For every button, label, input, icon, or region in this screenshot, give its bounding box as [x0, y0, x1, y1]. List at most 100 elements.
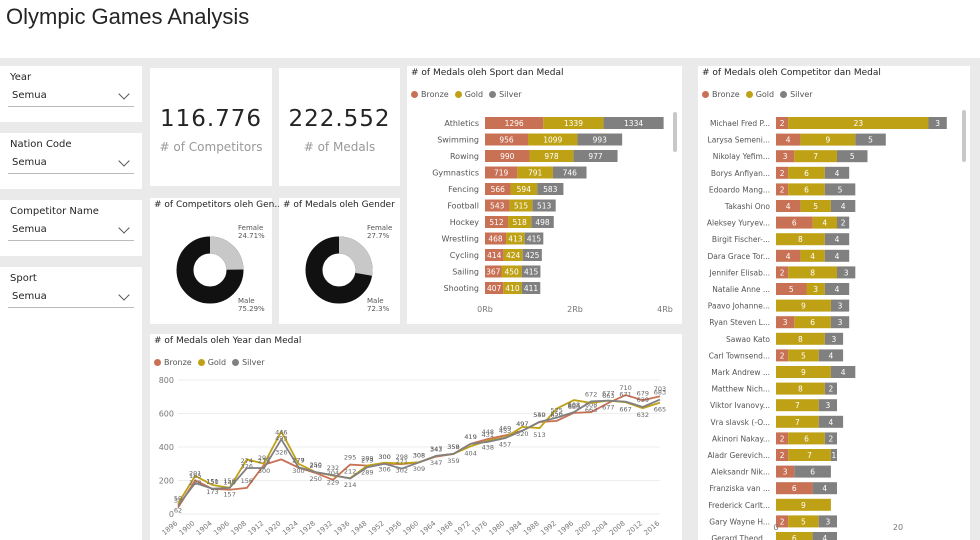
bar-value-label: 977 — [588, 152, 603, 161]
medals-by-year-chart[interactable]: # of Medals oleh Year dan Medal Bronze G… — [150, 334, 682, 540]
bar-value-label: 424 — [506, 251, 521, 260]
category-label: Akinori Nakay... — [712, 434, 770, 443]
bar-value-label: 719 — [494, 169, 509, 178]
slicer-competitor-name[interactable]: Competitor Name Semua — [0, 200, 142, 256]
bar-value-label: 5 — [801, 351, 806, 360]
data-label: 446 — [275, 428, 287, 436]
bar-value-label: 2 — [780, 185, 785, 194]
medals-by-competitor-chart[interactable]: # of Medals oleh Competitor dan Medal Br… — [698, 66, 970, 540]
bar-value-label: 5 — [838, 185, 843, 194]
bar-value-label: 9 — [801, 501, 806, 510]
y-tick-label: 600 — [159, 410, 174, 419]
bar-value-label: 468 — [488, 235, 503, 244]
competitor-bar-svg: Michael Fred P... 2 23 3Larysa Semeni... 4 9 5… — [707, 110, 966, 540]
medals-by-sport-chart[interactable]: # of Medals oleh Sport dan Medal Bronze … — [407, 66, 682, 324]
data-label: 347 — [430, 445, 442, 453]
nation-code-dropdown[interactable]: Semua — [8, 153, 134, 174]
data-label: 431 — [482, 431, 494, 439]
category-label: Fencing — [448, 185, 479, 194]
bar-value-label: 498 — [535, 218, 550, 227]
bar-value-label: 2 — [780, 268, 785, 277]
bar-value-label: 3 — [813, 285, 818, 294]
x-tick-label: 1952 — [367, 519, 386, 537]
bronze-legend-dot — [154, 359, 161, 366]
x-tick-label: 0Rb — [477, 305, 493, 314]
chevron-down-icon — [118, 222, 130, 234]
kpi-competitors-card[interactable]: 116.776 # of Competitors — [150, 68, 272, 186]
x-tick-label: 1920 — [264, 519, 283, 537]
x-tick-label: 1948 — [350, 519, 369, 537]
category-label: Gerard Theod... — [711, 534, 770, 540]
data-label: 347 — [430, 459, 442, 467]
bar-value-label: 425 — [525, 251, 540, 260]
slicer-sport[interactable]: Sport Semua — [0, 267, 142, 323]
bar-value-label: 3 — [838, 318, 843, 327]
year-dropdown[interactable]: Semua — [8, 86, 134, 107]
data-label: 453 — [499, 427, 511, 435]
competitors-gender-chart[interactable]: # of Competitors oleh Gen... Female 24.71… — [150, 198, 283, 324]
legend-label: Silver — [790, 90, 813, 99]
gold-legend-dot — [197, 359, 205, 366]
data-label: 438 — [482, 444, 494, 452]
data-label: 250 — [310, 475, 322, 483]
male-slice-value: 75.29% — [238, 305, 265, 313]
data-label: 250 — [310, 461, 322, 469]
chart-title: # of Medals oleh Year dan Medal — [154, 336, 302, 346]
y-tick-label: 200 — [159, 477, 174, 486]
category-label: Matthew Nich... — [711, 385, 770, 394]
x-tick-label: 4Rb — [657, 305, 673, 314]
x-tick-label: 1924 — [281, 519, 300, 537]
slicer-year[interactable]: Year Semua — [0, 66, 142, 122]
bar-value-label: 791 — [528, 169, 543, 178]
data-label: 575 — [551, 407, 563, 415]
legend-label: Bronze — [164, 358, 192, 367]
slicer-nation-code[interactable]: Nation Code Semua — [0, 133, 142, 189]
data-label: 308 — [413, 451, 425, 459]
x-tick-label: 1980 — [488, 519, 507, 537]
bar-value-label: 2 — [780, 119, 785, 128]
chevron-down-icon — [118, 88, 130, 100]
bar-value-label: 3 — [838, 302, 843, 311]
medals-gender-chart[interactable]: # of Medals oleh Gender Female 27.7% Male 7… — [279, 198, 400, 324]
dropdown-value: Semua — [12, 90, 47, 101]
bar-value-label: 2 — [780, 169, 785, 178]
bar-value-label: 2 — [829, 385, 834, 394]
x-tick-label: 1984 — [505, 519, 524, 537]
dropdown-value: Semua — [12, 224, 47, 235]
data-label: 271 — [396, 458, 408, 466]
bar-value-label: 2 — [841, 219, 846, 228]
bar-value-label: 9 — [825, 136, 830, 145]
bar-value-label: 4 — [841, 368, 846, 377]
bar-value-label: 5 — [850, 152, 855, 161]
data-label: 639 — [637, 396, 649, 404]
x-tick-label: 1992 — [539, 519, 558, 537]
bar-value-label: 4 — [786, 202, 791, 211]
x-tick-label: 1960 — [401, 519, 420, 537]
data-label: 632 — [637, 411, 649, 419]
x-tick-label: 1968 — [436, 519, 455, 537]
dropdown-value: Semua — [12, 291, 47, 302]
kpi-medals-card[interactable]: 222.552 # of Medals — [279, 68, 400, 186]
sport-dropdown[interactable]: Semua — [8, 287, 134, 308]
chevron-down-icon — [118, 155, 130, 167]
scrollbar-thumb — [673, 112, 677, 152]
data-label: 677 — [602, 390, 614, 398]
bar-value-label: 3 — [825, 401, 830, 410]
competitor-name-dropdown[interactable]: Semua — [8, 220, 134, 241]
x-tick-label: 1900 — [178, 519, 197, 537]
slicer-label: Competitor Name — [10, 206, 99, 217]
kpi-value: 222.552 — [288, 106, 391, 132]
bar-value-label: 746 — [563, 169, 578, 178]
category-label: Shooting — [444, 284, 479, 293]
silver-legend-dot — [780, 91, 788, 98]
category-label: Paavo Johanne... — [708, 302, 770, 311]
x-tick-label: 1964 — [419, 519, 438, 537]
category-label: Takashi Ono — [724, 202, 771, 211]
bar-value-label: 512 — [489, 218, 504, 227]
bar-value-label: 7 — [813, 152, 818, 161]
x-tick-label: 1988 — [522, 519, 541, 537]
bronze-legend-dot — [702, 91, 709, 98]
bar-value-label: 2 — [780, 434, 785, 443]
bar-value-label: 7 — [807, 451, 812, 460]
x-tick-label: 2016 — [642, 519, 661, 537]
